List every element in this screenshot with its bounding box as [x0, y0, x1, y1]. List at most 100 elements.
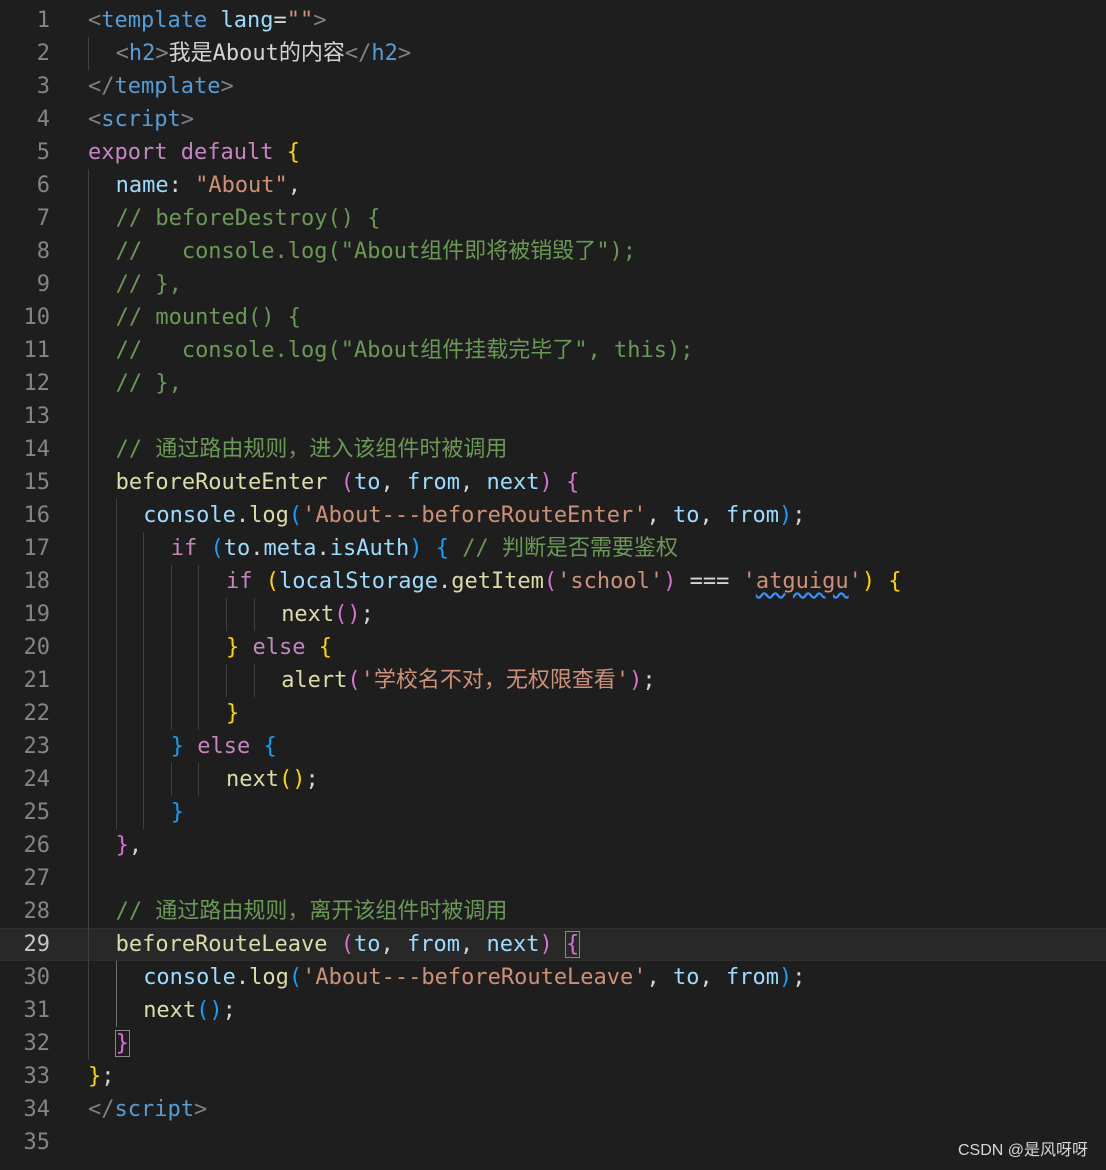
code-text[interactable]: <script> [88, 103, 194, 136]
code-token: name [115, 173, 169, 198]
code-text[interactable]: } else { [226, 631, 332, 664]
code-line[interactable]: 23} else { [0, 730, 1106, 763]
code-token: // }, [115, 371, 182, 396]
indent-guide [115, 763, 117, 796]
code-token: , [380, 932, 408, 957]
code-line[interactable]: 21 alert('学校名不对，无权限查看'); [0, 664, 1106, 697]
code-line[interactable]: 11 // console.log("About组件挂载完毕了", this); [0, 334, 1106, 367]
code-line[interactable]: 5 export default { [0, 136, 1106, 169]
code-line[interactable]: 35 [0, 1126, 1106, 1159]
code-text[interactable]: } [226, 697, 239, 730]
code-token: beforeRouteEnter [115, 470, 328, 495]
code-text[interactable]: next(); [143, 994, 236, 1027]
code-text[interactable]: // }, [116, 367, 182, 400]
code-text[interactable]: } [171, 796, 184, 829]
code-line[interactable]: 14 // 通过路由规则，进入该组件时被调用 [0, 433, 1106, 466]
indent-guide [88, 169, 89, 202]
code-line[interactable]: 34 </script> [0, 1093, 1106, 1126]
code-line[interactable]: 33}; [0, 1060, 1106, 1093]
code-line[interactable]: 27 [0, 862, 1106, 895]
code-text[interactable]: <h2>我是About的内容</h2> [116, 37, 411, 70]
code-text[interactable]: // mounted() { [116, 301, 301, 334]
code-editor[interactable]: 1 <template lang=""> 2 <h2>我是About的内容</h2> 3… [0, 0, 1106, 1170]
code-line[interactable]: 30 console.log('About---beforeRouteLeave'… [0, 961, 1106, 994]
indent-guide [88, 697, 89, 730]
code-text[interactable]: } else { [171, 730, 277, 763]
code-line[interactable]: 1 <template lang=""> [0, 4, 1106, 37]
code-line[interactable]: 22} [0, 697, 1106, 730]
code-line[interactable]: 3 </template> [0, 70, 1106, 103]
code-text[interactable]: if (localStorage.getItem('school') === '… [226, 565, 902, 598]
code-line[interactable]: 32} [0, 1027, 1106, 1060]
indent-guide [198, 697, 200, 730]
code-text[interactable]: }; [88, 1060, 115, 1093]
indent-guide [115, 796, 117, 829]
code-line[interactable]: 17 if (to.meta.isAuth) { // 判断是否需要鉴权 [0, 532, 1106, 565]
code-line[interactable]: 19 next(); [0, 598, 1106, 631]
code-line[interactable]: 26}, [0, 829, 1106, 862]
code-text[interactable]: // 通过路由规则，离开该组件时被调用 [116, 895, 508, 928]
code-token: from [726, 965, 780, 990]
indent-guide [198, 565, 200, 598]
code-text[interactable]: console.log('About---beforeRouteLeave', … [143, 961, 805, 994]
code-line[interactable]: 18 if (localStorage.getItem('school') ===… [0, 565, 1106, 598]
code-text[interactable]: beforeRouteEnter (to, from, next) { [116, 466, 580, 499]
code-text[interactable]: // 通过路由规则，进入该组件时被调用 [116, 433, 508, 466]
indent-guide [115, 631, 117, 664]
code-token: ) [779, 965, 793, 990]
code-token: . [250, 536, 264, 561]
code-token: 我是About的内容 [168, 41, 345, 66]
line-number: 21 [23, 668, 51, 693]
code-text[interactable]: } [114, 1027, 130, 1060]
code-line[interactable]: 8 // console.log("About组件即将被销毁了"); [0, 235, 1106, 268]
code-line[interactable]: 31 next(); [0, 994, 1106, 1027]
indent-guide [226, 598, 227, 631]
code-line[interactable]: 25} [0, 796, 1106, 829]
code-token: ( [543, 569, 558, 594]
code-line[interactable]: 13 [0, 400, 1106, 433]
code-line[interactable]: 12 // }, [0, 367, 1106, 400]
code-token: next [486, 932, 540, 957]
line-number: 5 [36, 140, 50, 165]
code-line[interactable]: 2 <h2>我是About的内容</h2> [0, 37, 1106, 70]
code-line[interactable]: 10 // mounted() { [0, 301, 1106, 334]
code-line[interactable]: 29 beforeRouteLeave (to, from, next) { [0, 928, 1106, 961]
code-token: ; [642, 668, 656, 693]
code-line[interactable]: 28 // 通过路由规则，离开该组件时被调用 [0, 895, 1106, 928]
line-number: 25 [23, 800, 51, 825]
code-text[interactable]: // }, [116, 268, 182, 301]
code-token: ( [210, 536, 224, 561]
code-text[interactable]: <template lang=""> [88, 4, 326, 37]
code-line[interactable]: 24 next(); [0, 763, 1106, 796]
code-text[interactable]: name: "About", [116, 169, 301, 202]
code-line[interactable]: 7 // beforeDestroy() { [0, 202, 1106, 235]
code-text[interactable]: alert('学校名不对，无权限查看'); [281, 664, 655, 697]
code-line[interactable]: 16 console.log('About---beforeRouteEnter'… [0, 499, 1106, 532]
code-line[interactable]: 9 // }, [0, 268, 1106, 301]
code-text[interactable]: // console.log("About组件即将被销毁了"); [116, 235, 636, 268]
indent-guide [88, 466, 89, 499]
code-line[interactable]: 20} else { [0, 631, 1106, 664]
indent-guide [143, 730, 145, 763]
code-text[interactable]: next(); [226, 763, 319, 796]
code-token: console [143, 503, 236, 528]
code-text[interactable]: }, [116, 829, 143, 862]
code-token: isAuth [329, 536, 410, 561]
code-text[interactable]: if (to.meta.isAuth) { // 判断是否需要鉴权 [171, 532, 678, 565]
code-line[interactable]: 15 beforeRouteEnter (to, from, next) { [0, 466, 1106, 499]
code-text[interactable]: // beforeDestroy() { [116, 202, 381, 235]
code-text[interactable]: export default { [88, 136, 300, 169]
code-token: from [407, 932, 460, 957]
code-text[interactable]: // console.log("About组件挂载完毕了", this); [116, 334, 694, 367]
code-token: ; [305, 767, 319, 792]
code-line[interactable]: 4 <script> [0, 103, 1106, 136]
code-text[interactable]: console.log('About---beforeRouteEnter', … [143, 499, 805, 532]
code-text[interactable]: beforeRouteLeave (to, from, next) { [116, 928, 581, 961]
code-text[interactable]: </script> [88, 1093, 207, 1126]
code-line[interactable]: 6 name: "About", [0, 169, 1106, 202]
code-token: template [114, 74, 221, 99]
code-text[interactable]: </template> [88, 70, 234, 103]
code-text[interactable]: next(); [281, 598, 374, 631]
